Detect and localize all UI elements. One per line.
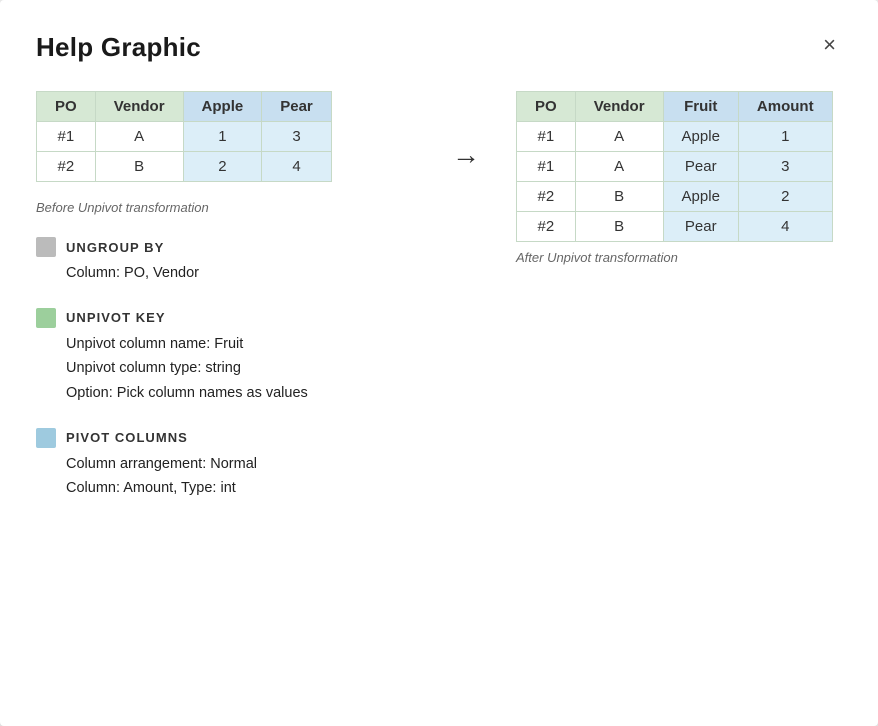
pivot-columns-color-box <box>36 428 56 448</box>
after-header-amount: Amount <box>738 92 832 122</box>
ungroup-line-1: Column: PO, Vendor <box>66 261 416 286</box>
after-table-wrap: PO Vendor Fruit Amount #1 A Apple 1 <box>516 91 856 265</box>
pivot-columns-title: PIVOT COLUMNS <box>66 430 188 445</box>
after-r4-po: #2 <box>517 212 576 242</box>
before-header-vendor: Vendor <box>95 92 183 122</box>
after-r2-fruit: Pear <box>663 152 738 182</box>
close-button[interactable]: × <box>817 32 842 58</box>
after-table-caption: After Unpivot transformation <box>516 250 678 265</box>
after-r3-amount: 2 <box>738 182 832 212</box>
table-row: #1 A Apple 1 <box>517 122 833 152</box>
ungroup-title-row: UNGROUP BY <box>36 237 416 257</box>
after-r1-po: #1 <box>517 122 576 152</box>
ungroup-section: UNGROUP BY Column: PO, Vendor <box>36 237 416 286</box>
after-r3-vendor: B <box>575 182 663 212</box>
unpivot-key-title: UNPIVOT KEY <box>66 310 166 325</box>
unpivot-key-line-1: Unpivot column name: Fruit <box>66 332 416 357</box>
after-header-po: PO <box>517 92 576 122</box>
before-table-caption: Before Unpivot transformation <box>36 200 209 215</box>
arrow-container: → <box>452 91 480 169</box>
unpivot-key-section: UNPIVOT KEY Unpivot column name: Fruit U… <box>36 308 416 406</box>
before-header-pear: Pear <box>262 92 332 122</box>
after-table: PO Vendor Fruit Amount #1 A Apple 1 <box>516 91 833 242</box>
after-r4-fruit: Pear <box>663 212 738 242</box>
unpivot-key-line-3: Option: Pick column names as values <box>66 381 416 406</box>
after-r3-po: #2 <box>517 182 576 212</box>
before-table-section: PO Vendor Apple Pear #1 A 1 3 <box>36 91 332 182</box>
before-r1-apple: 1 <box>183 122 262 152</box>
after-header-fruit: Fruit <box>663 92 738 122</box>
transform-arrow: → <box>452 141 480 169</box>
after-r1-fruit: Apple <box>663 122 738 152</box>
before-r2-pear: 4 <box>262 152 332 182</box>
before-table: PO Vendor Apple Pear #1 A 1 3 <box>36 91 332 182</box>
before-r1-vendor: A <box>95 122 183 152</box>
after-header-vendor: Vendor <box>575 92 663 122</box>
pivot-columns-line-2: Column: Amount, Type: int <box>66 476 416 501</box>
table-row: #1 A 1 3 <box>37 122 332 152</box>
ungroup-title: UNGROUP BY <box>66 240 164 255</box>
after-r2-vendor: A <box>575 152 663 182</box>
table-row: #2 B Pear 4 <box>517 212 833 242</box>
before-r2-apple: 2 <box>183 152 262 182</box>
before-header-po: PO <box>37 92 96 122</box>
pivot-columns-line-1: Column arrangement: Normal <box>66 452 416 477</box>
pivot-columns-title-row: PIVOT COLUMNS <box>36 428 416 448</box>
unpivot-key-line-2: Unpivot column type: string <box>66 356 416 381</box>
table-row: #2 B Apple 2 <box>517 182 833 212</box>
unpivot-key-color-box <box>36 308 56 328</box>
dialog-title: Help Graphic <box>36 32 201 63</box>
before-r2-vendor: B <box>95 152 183 182</box>
pivot-columns-body: Column arrangement: Normal Column: Amoun… <box>66 452 416 501</box>
before-table-wrap: PO Vendor Apple Pear #1 A 1 3 <box>36 91 416 215</box>
after-r4-amount: 4 <box>738 212 832 242</box>
unpivot-key-title-row: UNPIVOT KEY <box>36 308 416 328</box>
table-row: #2 B 2 4 <box>37 152 332 182</box>
ungroup-color-box <box>36 237 56 257</box>
left-panel: PO Vendor Apple Pear #1 A 1 3 <box>36 91 416 501</box>
after-r4-vendor: B <box>575 212 663 242</box>
after-r1-amount: 1 <box>738 122 832 152</box>
after-r2-po: #1 <box>517 152 576 182</box>
before-r1-po: #1 <box>37 122 96 152</box>
unpivot-key-body: Unpivot column name: Fruit Unpivot colum… <box>66 332 416 406</box>
dialog-header: Help Graphic × <box>36 32 842 63</box>
content-area: PO Vendor Apple Pear #1 A 1 3 <box>36 91 842 501</box>
before-r2-po: #2 <box>37 152 96 182</box>
after-r2-amount: 3 <box>738 152 832 182</box>
table-row: #1 A Pear 3 <box>517 152 833 182</box>
help-graphic-dialog: Help Graphic × PO Vendor Apple Pear <box>0 0 878 726</box>
ungroup-body: Column: PO, Vendor <box>66 261 416 286</box>
after-r3-fruit: Apple <box>663 182 738 212</box>
before-header-apple: Apple <box>183 92 262 122</box>
after-r1-vendor: A <box>575 122 663 152</box>
before-r1-pear: 3 <box>262 122 332 152</box>
right-panel: PO Vendor Fruit Amount #1 A Apple 1 <box>516 91 856 265</box>
pivot-columns-section: PIVOT COLUMNS Column arrangement: Normal… <box>36 428 416 501</box>
